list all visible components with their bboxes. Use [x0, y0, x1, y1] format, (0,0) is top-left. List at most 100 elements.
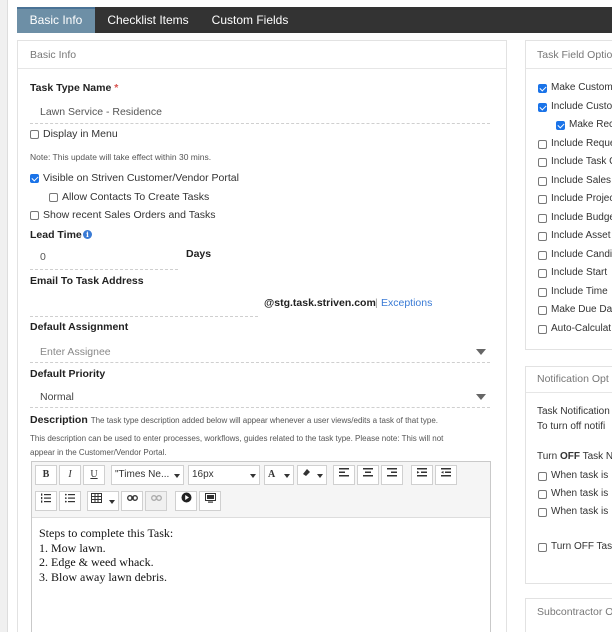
- unlink-icon: [150, 495, 162, 501]
- highlight-dropdown[interactable]: [297, 465, 327, 485]
- notify-when-label: When task is: [551, 488, 609, 499]
- video-button[interactable]: [175, 491, 197, 511]
- notify-when-checkbox[interactable]: [538, 508, 547, 517]
- editor-content[interactable]: Steps to complete this Task: 1. Mow lawn.…: [39, 526, 173, 584]
- table-dropdown[interactable]: [87, 491, 119, 511]
- task-field-option-label: Include Task C: [551, 156, 612, 167]
- chevron-down-icon: [284, 474, 290, 478]
- priority-select[interactable]: Normal: [30, 388, 490, 408]
- unlink-button[interactable]: [145, 491, 167, 511]
- turn-off-task-label: Turn OFF Tas: [551, 541, 612, 552]
- task-field-options-title: Task Field Option: [537, 49, 612, 61]
- task-field-option-label: Include Budge: [551, 212, 612, 223]
- description-header: Description The task type description ad…: [30, 414, 438, 426]
- task-field-option-checkbox[interactable]: [538, 84, 547, 93]
- description-label: Description: [30, 414, 88, 426]
- chevron-down-icon[interactable]: [476, 394, 486, 400]
- task-field-option-checkbox[interactable]: [538, 251, 547, 260]
- visible-portal-label: Visible on Striven Customer/Vendor Porta…: [43, 172, 239, 184]
- tab-custom-fields[interactable]: Custom Fields: [205, 7, 295, 33]
- notify-when-checkbox[interactable]: [538, 472, 547, 481]
- tab-checklist-items[interactable]: Checklist Items: [103, 7, 193, 33]
- italic-button[interactable]: I: [59, 465, 81, 485]
- turn-off-bold: OFF: [559, 451, 580, 462]
- description-help-2: This description can be used to enter pr…: [30, 434, 444, 443]
- assignee-select[interactable]: Enter Assignee: [30, 343, 490, 363]
- section-divider: [526, 68, 612, 69]
- task-field-option-label: Include Start: [551, 267, 608, 278]
- allow-contacts-label: Allow Contacts To Create Tasks: [62, 191, 210, 203]
- play-icon: [181, 492, 191, 503]
- lead-time-input[interactable]: 0: [30, 250, 178, 270]
- turn-off-task-checkbox[interactable]: [538, 543, 547, 552]
- task-field-option-checkbox[interactable]: [538, 103, 547, 112]
- section-divider: [18, 68, 506, 69]
- allow-contacts-checkbox[interactable]: [49, 193, 58, 202]
- font-color-dropdown[interactable]: A: [264, 465, 294, 485]
- chevron-down-icon: [174, 474, 180, 478]
- notify-when-checkbox[interactable]: [538, 490, 547, 499]
- outdent-icon: [441, 468, 451, 477]
- indent-button[interactable]: [411, 465, 433, 485]
- exceptions-link[interactable]: Exceptions: [381, 297, 432, 309]
- editor-toolbar: B I U "Times Ne... 16px A: [32, 462, 490, 518]
- link-separator: |: [375, 297, 378, 309]
- notify-when-label: When task is: [551, 470, 609, 481]
- show-recent-checkbox[interactable]: [30, 211, 39, 220]
- task-field-option-label: Include Reque: [551, 138, 612, 149]
- task-field-option-label: Auto-Calculat: [551, 323, 612, 334]
- highlight-icon: [303, 469, 310, 476]
- numbered-list-button[interactable]: [35, 491, 57, 511]
- task-field-option-checkbox[interactable]: [556, 121, 565, 130]
- align-left-button[interactable]: [333, 465, 355, 485]
- email-prefix-input[interactable]: [30, 297, 258, 317]
- section-title: Basic Info: [30, 49, 77, 61]
- turn-off-suffix: Task N: [579, 451, 612, 462]
- turn-off-prefix: Turn: [537, 451, 560, 462]
- align-center-button[interactable]: [357, 465, 379, 485]
- align-right-button[interactable]: [381, 465, 403, 485]
- tab-basic-info[interactable]: Basic Info: [17, 7, 95, 33]
- task-field-option-checkbox[interactable]: [538, 325, 547, 334]
- task-field-option-checkbox[interactable]: [538, 140, 547, 149]
- image-button[interactable]: [199, 491, 221, 511]
- task-field-option-checkbox[interactable]: [538, 232, 547, 241]
- display-in-menu-checkbox[interactable]: [30, 130, 39, 139]
- font-size-value: 16px: [192, 469, 214, 480]
- font-family-value: "Times Ne...: [115, 469, 170, 480]
- chevron-down-icon[interactable]: [476, 349, 486, 355]
- task-field-option-label: Include Time: [551, 286, 608, 297]
- align-left-icon: [339, 468, 349, 477]
- chevron-down-icon: [250, 474, 256, 478]
- task-field-option-checkbox[interactable]: [538, 269, 547, 278]
- task-field-option-checkbox[interactable]: [538, 158, 547, 167]
- bullet-list-icon: [64, 493, 75, 503]
- email-to-task-label: Email To Task Address: [30, 275, 144, 287]
- font-size-dropdown[interactable]: 16px: [188, 465, 260, 485]
- task-field-option-checkbox[interactable]: [538, 177, 547, 186]
- content-line: 2. Edge & weed whack.: [39, 555, 154, 569]
- bullet-list-button[interactable]: [59, 491, 81, 511]
- link-button[interactable]: [121, 491, 143, 511]
- task-field-option-label: Make Custom: [551, 82, 612, 93]
- font-family-dropdown[interactable]: "Times Ne...: [111, 465, 184, 485]
- task-field-option-checkbox[interactable]: [538, 195, 547, 204]
- font-color-value: A: [268, 469, 276, 480]
- task-field-option-label: Include Asset: [551, 230, 611, 241]
- show-recent-label: Show recent Sales Orders and Tasks: [43, 209, 216, 221]
- task-type-name-input[interactable]: Lawn Service - Residence: [30, 104, 490, 124]
- task-field-option-label: Make Due Da: [551, 304, 612, 315]
- info-icon[interactable]: i: [83, 230, 92, 239]
- outdent-button[interactable]: [435, 465, 457, 485]
- bold-button[interactable]: B: [35, 465, 57, 485]
- task-field-option-checkbox[interactable]: [538, 288, 547, 297]
- description-help-3: appear in the Customer/Vendor Portal.: [30, 448, 167, 457]
- task-field-option-label: Include Sales: [551, 175, 612, 186]
- indent-icon: [417, 468, 427, 477]
- visible-portal-checkbox[interactable]: [30, 174, 39, 183]
- task-field-option-checkbox[interactable]: [538, 214, 547, 223]
- table-icon: [91, 493, 102, 503]
- image-icon: [204, 493, 216, 503]
- underline-button[interactable]: U: [83, 465, 105, 485]
- task-field-option-checkbox[interactable]: [538, 306, 547, 315]
